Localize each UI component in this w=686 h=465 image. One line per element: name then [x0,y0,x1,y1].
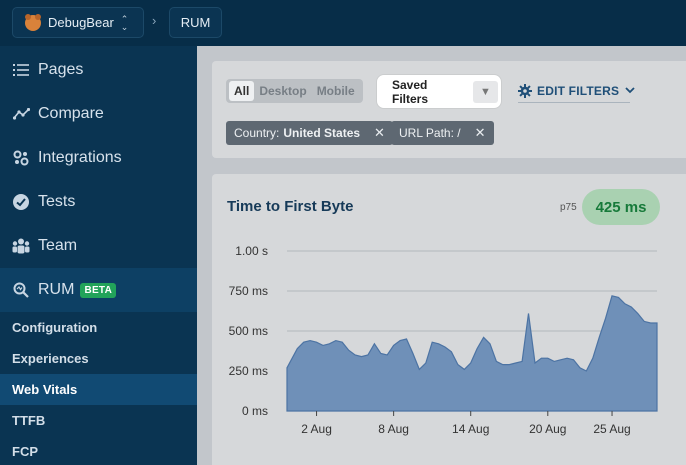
sidebar: Pages Compare Integrations Tests Team RU… [0,46,197,465]
filter-chip-country: Country: United States ✕ [226,121,393,145]
sidebar-item-label: Pages [38,61,84,78]
integrations-icon [12,149,30,167]
x-tick-label: 8 Aug [378,422,409,436]
sidebar-item-label: RUM [38,281,75,298]
ttfb-area-chart: 0 ms 250 ms 500 ms 750 ms 1.00 s 2 Aug 8 Aug 14… [229,244,658,436]
team-icon [12,237,30,255]
saved-filters-label: Saved Filters [386,78,470,106]
sidebar-item-label: Tests [38,193,76,210]
top-bar: DebugBear ⌃ ⌄ › RUM [0,0,686,46]
tab-mobile[interactable]: Mobile [312,81,360,101]
beta-badge: BETA [80,282,117,298]
gear-icon [518,84,532,98]
y-tick-label: 0 ms [242,404,268,418]
sidebar-item-rum[interactable]: RUM BETA [0,268,197,312]
edit-filters-underline [518,102,630,103]
sidebar-item-team[interactable]: Team [0,224,197,268]
breadcrumb-separator: › [152,13,157,28]
sidebar-item-pages[interactable]: Pages [0,48,197,92]
chip-key: Country: [234,126,280,140]
sidebar-subitem-configuration[interactable]: Configuration [0,312,197,343]
project-name: DebugBear [48,15,114,30]
x-tick-label: 25 Aug [593,422,630,436]
list-icon [12,61,30,79]
area-series [286,295,658,412]
x-tick-label: 20 Aug [529,422,566,436]
sidebar-item-tests[interactable]: Tests [0,180,197,224]
sidebar-item-compare[interactable]: Compare [0,92,197,136]
close-icon[interactable]: ✕ [475,125,486,141]
sidebar-subitem-label: FCP [12,444,38,459]
ttfb-chart-card: Time to First Byte p75 425 ms 0 ms 250 ms… [212,174,686,465]
tab-desktop[interactable]: Desktop [254,81,311,101]
chip-value: United States [283,126,361,140]
edit-filters-label: EDIT FILTERS [537,84,620,98]
sidebar-subitem-experiences[interactable]: Experiences [0,343,197,374]
y-tick-label: 1.00 s [235,244,268,258]
sidebar-item-label: Integrations [38,149,122,166]
updown-chevron-icon: ⌃ ⌄ [120,13,129,32]
y-tick-label: 250 ms [229,364,268,378]
sidebar-item-label: Team [38,237,78,254]
search-icon [12,281,30,299]
main-content: All Desktop Mobile Saved Filters ▼ EDIT … [197,46,686,465]
sidebar-subitem-label: Configuration [12,320,98,335]
compare-icon [12,105,30,123]
bear-logo-icon [25,13,41,31]
chip-key: URL Path: / [399,126,461,140]
chevron-down-icon [625,86,635,97]
caret-down-icon[interactable]: ▼ [472,80,498,103]
project-switcher-button[interactable]: DebugBear ⌃ ⌄ [12,7,144,38]
edit-filters-button[interactable]: EDIT FILTERS [518,84,635,98]
sidebar-subitem-label: Web Vitals [12,382,78,397]
sidebar-subitem-label: TTFB [12,413,46,428]
filter-chip-url-path: URL Path: / ✕ [391,121,494,145]
tab-all[interactable]: All [229,81,255,101]
sidebar-subitem-label: Experiences [12,351,89,366]
breadcrumb-rum-label: RUM [180,15,211,30]
sidebar-subitem-ttfb[interactable]: TTFB [0,405,197,436]
sidebar-subitem-fcp[interactable]: FCP [0,436,197,465]
device-segmented-control: All Desktop Mobile [226,79,363,103]
x-tick-label: 14 Aug [452,422,489,436]
y-tick-label: 500 ms [229,324,268,338]
x-tick-label: 2 Aug [301,422,332,436]
close-icon[interactable]: ✕ [374,125,385,141]
sidebar-item-integrations[interactable]: Integrations [0,136,197,180]
sidebar-item-label: Compare [38,105,104,122]
breadcrumb-rum-button[interactable]: RUM [169,7,222,38]
y-tick-label: 750 ms [229,284,268,298]
saved-filters-dropdown[interactable]: Saved Filters ▼ [377,75,501,108]
filter-card: All Desktop Mobile Saved Filters ▼ EDIT … [212,61,686,158]
sidebar-subitem-web-vitals[interactable]: Web Vitals [0,374,197,405]
check-circle-icon [12,193,30,211]
